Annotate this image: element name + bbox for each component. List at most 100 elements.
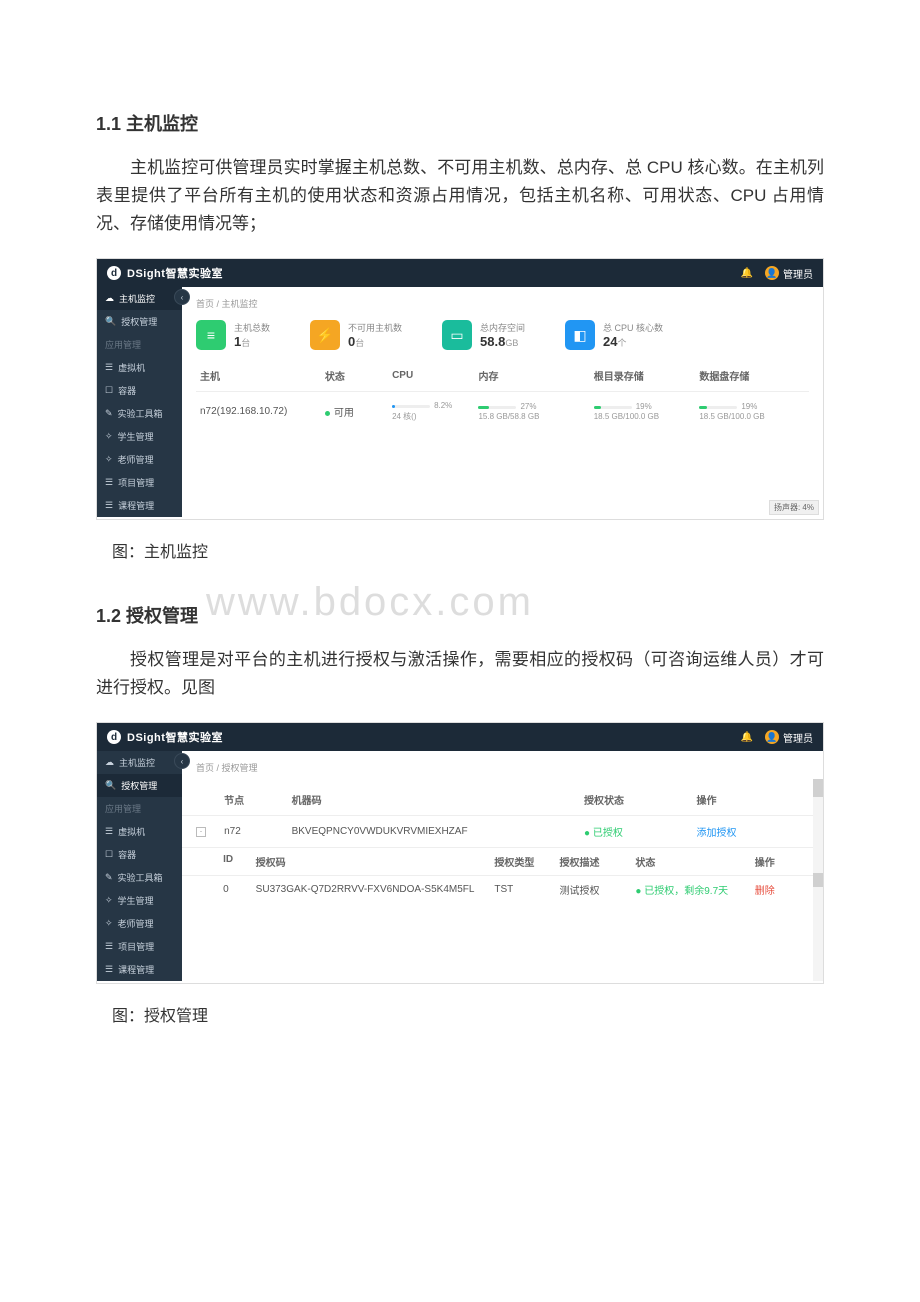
sidebar-item-label: 虚拟机 (118, 825, 145, 838)
machine-code: BKVEQPNCY0VWDUKVRVMIEXHZAF (292, 826, 584, 837)
license-detail-row[interactable]: 0 SU373GAK-Q7D2RRVV-FXV6NDOA-S5K4M5FL TS… (182, 876, 823, 903)
sidebar-item-label: 项目管理 (118, 476, 154, 489)
bell-icon[interactable]: 🔔 (741, 268, 753, 279)
sidebar-item-label: 课程管理 (118, 963, 154, 976)
avatar[interactable]: 👤 (765, 266, 779, 280)
host-name: n72(192.168.10.72) (200, 406, 325, 417)
sidebar-item-vm[interactable]: ☰ 虚拟机 (97, 820, 182, 843)
sidebar-item-label: 授权管理 (121, 779, 157, 792)
box-icon: ☐ (105, 385, 113, 396)
cloud-icon: ☁ (105, 293, 114, 304)
user-icon: ✧ (105, 431, 113, 442)
user-icon: ✧ (105, 895, 113, 906)
user-label: 管理员 (783, 266, 813, 281)
status-dot-icon (325, 411, 330, 416)
avatar[interactable]: 👤 (765, 730, 779, 744)
license-table-row[interactable]: - n72 BKVEQPNCY0VWDUKVRVMIEXHZAF ● 已授权 添… (182, 816, 823, 847)
user-label: 管理员 (783, 730, 813, 745)
search-icon: 🔍 (105, 316, 116, 327)
sidebar-item-label: 学生管理 (118, 894, 154, 907)
sidebar-item-label: 虚拟机 (118, 361, 145, 374)
license-type: TST (494, 884, 559, 895)
breadcrumb: 首页 / 授权管理 (182, 751, 823, 784)
scrollbar-thumb[interactable] (813, 873, 823, 887)
brand-name: DSight智慧实验室 (127, 265, 223, 281)
sidebar-item-host-monitor[interactable]: ☁ 主机监控 (97, 287, 182, 310)
license-code: SU373GAK-Q7D2RRVV-FXV6NDOA-S5K4M5FL (256, 884, 495, 895)
section-1-heading: 1.1 主机监控 (96, 110, 824, 136)
figure-1-caption: 图：主机监控 (96, 538, 824, 562)
section-1-body: 主机监控可供管理员实时掌握主机总数、不可用主机数、总内存、总 CPU 核心数。在… (96, 154, 824, 238)
sidebar-item-courses[interactable]: ☰ 课程管理 (97, 494, 182, 517)
cpu-icon: ◧ (565, 320, 595, 350)
section-2-heading: 1.2 授权管理 (96, 602, 824, 628)
sidebar-item-students[interactable]: ✧ 学生管理 (97, 889, 182, 912)
sidebar-item-teachers[interactable]: ✧老师管理 (97, 912, 182, 935)
sidebar-item-label: 主机监控 (119, 756, 155, 769)
license-desc: 测试授权 (559, 882, 635, 897)
license-table-header: 节点 机器码 授权状态 操作 (182, 784, 823, 816)
volume-indicator: 扬声器: 4% (769, 500, 819, 515)
memory-icon: ▭ (442, 320, 472, 350)
stat-total-cores: ◧ 总 CPU 核心数24个 (565, 320, 663, 350)
app-topbar: d DSight智慧实验室 🔔 👤 管理员 (97, 259, 823, 287)
sidebar-item-license[interactable]: 🔍 授权管理 (97, 774, 182, 797)
sidebar-item-label: 项目管理 (118, 940, 154, 953)
list-icon: ☰ (105, 362, 113, 373)
wrench-icon: ✎ (105, 872, 113, 883)
license-status: ● 已授权 (584, 824, 696, 839)
brand-badge-icon: d (107, 730, 121, 744)
cloud-icon: ☁ (105, 757, 114, 768)
bell-icon[interactable]: 🔔 (741, 732, 753, 743)
delete-license-button[interactable]: 删除 (755, 882, 809, 897)
scrollbar-track[interactable] (813, 779, 823, 981)
sidebar-item-label: 实验工具箱 (118, 871, 163, 884)
sidebar-item-label: 主机监控 (119, 292, 155, 305)
sidebar-item-label: 老师管理 (118, 453, 154, 466)
license-id: 0 (223, 884, 256, 895)
add-license-button[interactable]: 添加授权 (697, 824, 809, 839)
user-icon: ✧ (105, 454, 113, 465)
sidebar-item-toolbox[interactable]: ✎实验工具箱 (97, 402, 182, 425)
list-icon: ☰ (105, 477, 113, 488)
list-icon: ☰ (105, 964, 113, 975)
sidebar-item-projects[interactable]: ☰ 项目管理 (97, 471, 182, 494)
list-icon: ☰ (105, 826, 113, 837)
sidebar-item-projects[interactable]: ☰ 项目管理 (97, 935, 182, 958)
user-icon: ✧ (105, 918, 113, 929)
sidebar-item-label: 容器 (118, 384, 136, 397)
host-status: 可用 (334, 408, 354, 419)
box-icon: ☐ (105, 849, 113, 860)
stat-total-hosts: ≡ 主机总数1台 (196, 320, 270, 350)
screenshot-host-monitor: d DSight智慧实验室 🔔 👤 管理员 ‹ ☁ 主机监控 🔍 授权管理 应用… (96, 258, 824, 520)
sidebar-item-toolbox[interactable]: ✎ 实验工具箱 (97, 866, 182, 889)
sidebar: ‹ ☁ 主机监控 🔍 授权管理 应用管理 ☰虚拟机 ☐容器 ✎实验工具箱 ✧学生… (97, 751, 182, 981)
scrollbar-thumb[interactable] (813, 779, 823, 797)
expand-toggle[interactable]: - (196, 827, 206, 837)
node-name: n72 (224, 826, 291, 837)
brand-badge-icon: d (107, 266, 121, 280)
sidebar-item-students[interactable]: ✧学生管理 (97, 425, 182, 448)
sidebar-item-host-monitor[interactable]: ☁ 主机监控 (97, 751, 182, 774)
sidebar-item-vm[interactable]: ☰ 虚拟机 (97, 356, 182, 379)
stat-total-memory: ▭ 总内存空间58.8GB (442, 320, 525, 350)
search-icon: 🔍 (105, 780, 116, 791)
section-2-body: 授权管理是对平台的主机进行授权与激活操作，需要相应的授权码（可咨询运维人员）才可… (96, 646, 824, 702)
list-icon: ☰ (105, 500, 113, 511)
sidebar-item-teachers[interactable]: ✧ 老师管理 (97, 448, 182, 471)
sidebar: ‹ ☁ 主机监控 🔍 授权管理 应用管理 ☰虚拟机 ☐容器 ✎实验工具箱 ✧学生… (97, 287, 182, 517)
sidebar-section-label: 应用管理 (97, 333, 182, 356)
host-table-row[interactable]: n72(192.168.10.72) 可用 8.2% 24 核() 27% 15… (196, 392, 809, 430)
sidebar-item-label: 授权管理 (121, 315, 157, 328)
sidebar-item-container[interactable]: ☐ 容器 (97, 843, 182, 866)
sidebar-item-label: 容器 (118, 848, 136, 861)
sidebar-item-license[interactable]: 🔍 授权管理 (97, 310, 182, 333)
list-icon: ☰ (105, 941, 113, 952)
sidebar-item-courses[interactable]: ☰ 课程管理 (97, 958, 182, 981)
stat-unavailable-hosts: ⚡ 不可用主机数0台 (310, 320, 402, 350)
sidebar-item-label: 实验工具箱 (118, 407, 163, 420)
figure-2-caption: 图：授权管理 (96, 1002, 824, 1026)
host-table-header: 主机状态CPU内存根目录存储数据盘存储 (196, 360, 809, 392)
sidebar-item-label: 课程管理 (118, 499, 154, 512)
sidebar-item-container[interactable]: ☐ 容器 (97, 379, 182, 402)
